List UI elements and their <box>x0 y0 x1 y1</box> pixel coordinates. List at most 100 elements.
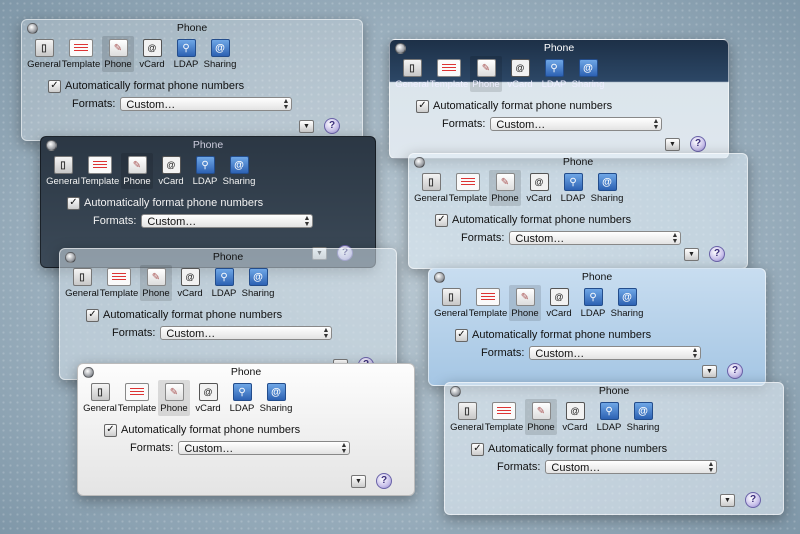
sharing-icon: @ <box>578 59 598 77</box>
auto-format-checkbox[interactable]: ✓ <box>86 308 99 322</box>
toolbar-vcard[interactable]: @ vCard <box>543 285 575 321</box>
toolbar-sharing[interactable]: @ Sharing <box>572 56 604 92</box>
auto-format-row: ✓ Automatically format phone numbers <box>78 422 414 438</box>
formats-label: Formats: <box>72 98 116 110</box>
vcard-icon: @ <box>142 39 162 57</box>
toolbar-phone[interactable]: ✎ Phone <box>158 380 190 416</box>
toolbar-general[interactable]: ▯ General <box>65 265 99 301</box>
toolbar-general[interactable]: ▯ General <box>46 153 80 189</box>
help-button[interactable]: ? <box>727 363 743 379</box>
toolbar-sharing[interactable]: @ Sharing <box>223 153 255 189</box>
toolbar-sharing[interactable]: @ Sharing <box>627 399 659 435</box>
toolbar-general[interactable]: ▯ General <box>450 399 484 435</box>
toolbar-phone[interactable]: ✎ Phone <box>509 285 541 321</box>
toolbar-ldap[interactable]: ⚲ LDAP <box>557 170 589 206</box>
toolbar-phone[interactable]: ✎ Phone <box>489 170 521 206</box>
window-title: Phone <box>543 42 575 54</box>
toolbar-phone[interactable]: ✎ Phone <box>102 36 134 72</box>
formats-select[interactable]: Custom… ▲ ▼ <box>120 97 293 111</box>
toolbar-vcard[interactable]: @ vCard <box>523 170 555 206</box>
toolbar-template[interactable]: Template <box>449 170 487 206</box>
help-button[interactable]: ? <box>376 473 392 489</box>
auto-format-label: Automatically format phone numbers <box>452 214 632 226</box>
toolbar-template[interactable]: Template <box>100 265 138 301</box>
close-button[interactable] <box>83 367 94 378</box>
toolbar-template[interactable]: Template <box>469 285 507 321</box>
help-button[interactable]: ? <box>690 136 706 152</box>
close-button[interactable] <box>65 252 76 263</box>
help-button[interactable]: ? <box>709 246 725 262</box>
toolbar-vcard[interactable]: @ vCard <box>174 265 206 301</box>
auto-format-checkbox[interactable]: ✓ <box>104 423 117 437</box>
formats-select[interactable]: Custom… ▲ ▼ <box>509 231 682 245</box>
auto-format-label: Automatically format phone numbers <box>103 309 283 321</box>
action-dropdown[interactable]: ▼ <box>665 137 680 151</box>
toolbar-phone[interactable]: ✎ Phone <box>525 399 557 435</box>
toolbar-general[interactable]: ▯ General <box>434 285 468 321</box>
toolbar-sharing[interactable]: @ Sharing <box>591 170 623 206</box>
close-button[interactable] <box>395 43 406 54</box>
toolbar-ldap[interactable]: ⚲ LDAP <box>208 265 240 301</box>
auto-format-checkbox[interactable]: ✓ <box>67 196 80 210</box>
bottom-controls: ▼? <box>299 118 340 134</box>
toolbar-phone[interactable]: ✎ Phone <box>121 153 153 189</box>
formats-select[interactable]: Custom… ▲ ▼ <box>141 214 314 228</box>
close-button[interactable] <box>450 386 461 397</box>
toolbar-general[interactable]: ▯ General <box>395 56 429 92</box>
close-button[interactable] <box>27 23 38 34</box>
toolbar-template[interactable]: Template <box>81 153 119 189</box>
toolbar-phone[interactable]: ✎ Phone <box>140 265 172 301</box>
toolbar-sharing[interactable]: @ Sharing <box>260 380 292 416</box>
toolbar-general[interactable]: ▯ General <box>414 170 448 206</box>
help-button[interactable]: ? <box>745 492 761 508</box>
formats-select[interactable]: Custom… ▲ ▼ <box>490 117 663 131</box>
toolbar-vcard[interactable]: @ vCard <box>155 153 187 189</box>
action-dropdown[interactable]: ▼ <box>351 474 366 488</box>
auto-format-checkbox[interactable]: ✓ <box>471 442 484 456</box>
action-dropdown[interactable]: ▼ <box>684 247 699 261</box>
formats-select[interactable]: Custom… ▲ ▼ <box>529 346 702 360</box>
formats-select[interactable]: Custom… ▲ ▼ <box>160 326 333 340</box>
prefs-content: ✓ Automatically format phone numbers Form… <box>409 206 747 246</box>
phone-prefs-window: Phone ▯ General Template ✎ Phone @ vCard ⚲ L… <box>59 248 397 380</box>
auto-format-checkbox[interactable]: ✓ <box>435 213 448 227</box>
help-button[interactable]: ? <box>324 118 340 134</box>
toolbar-template[interactable]: Template <box>118 380 156 416</box>
toolbar-template[interactable]: Template <box>62 36 100 72</box>
auto-format-checkbox[interactable]: ✓ <box>455 328 468 342</box>
formats-select[interactable]: Custom… ▲ ▼ <box>178 441 351 455</box>
toolbar-vcard[interactable]: @ vCard <box>136 36 168 72</box>
auto-format-checkbox[interactable]: ✓ <box>416 99 429 113</box>
toolbar-sharing[interactable]: @ Sharing <box>204 36 236 72</box>
toolbar-vcard[interactable]: @ vCard <box>559 399 591 435</box>
action-dropdown[interactable]: ▼ <box>702 364 717 378</box>
action-dropdown[interactable]: ▼ <box>299 119 314 133</box>
close-button[interactable] <box>46 140 57 151</box>
toolbar-vcard[interactable]: @ vCard <box>504 56 536 92</box>
toolbar-sharing[interactable]: @ Sharing <box>611 285 643 321</box>
toolbar-phone[interactable]: ✎ Phone <box>470 56 502 92</box>
toolbar-general[interactable]: ▯ General <box>83 380 117 416</box>
toolbar-ldap[interactable]: ⚲ LDAP <box>577 285 609 321</box>
toolbar-template[interactable]: Template <box>430 56 468 92</box>
formats-select[interactable]: Custom… ▲ ▼ <box>545 460 718 474</box>
toolbar-general[interactable]: ▯ General <box>27 36 61 72</box>
action-dropdown[interactable]: ▼ <box>720 493 735 507</box>
toolbar-ldap[interactable]: ⚲ LDAP <box>189 153 221 189</box>
toolbar-template[interactable]: Template <box>485 399 523 435</box>
prefs-content: ✓ Automatically format phone numbers Form… <box>41 189 375 229</box>
close-button[interactable] <box>434 272 445 283</box>
phone-icon: ✎ <box>146 268 166 286</box>
phone-prefs-window: Phone ▯ General Template ✎ Phone @ vCard ⚲ L… <box>21 19 363 141</box>
toolbar-ldap[interactable]: ⚲ LDAP <box>538 56 570 92</box>
toolbar-ldap[interactable]: ⚲ LDAP <box>170 36 202 72</box>
toolbar-vcard[interactable]: @ vCard <box>192 380 224 416</box>
formats-label: Formats: <box>130 442 174 454</box>
phone-icon: ✎ <box>127 156 147 174</box>
bottom-controls: ▼? <box>665 136 706 152</box>
close-button[interactable] <box>414 157 425 168</box>
auto-format-checkbox[interactable]: ✓ <box>48 79 61 93</box>
toolbar-ldap[interactable]: ⚲ LDAP <box>226 380 258 416</box>
toolbar-ldap[interactable]: ⚲ LDAP <box>593 399 625 435</box>
toolbar-sharing[interactable]: @ Sharing <box>242 265 274 301</box>
